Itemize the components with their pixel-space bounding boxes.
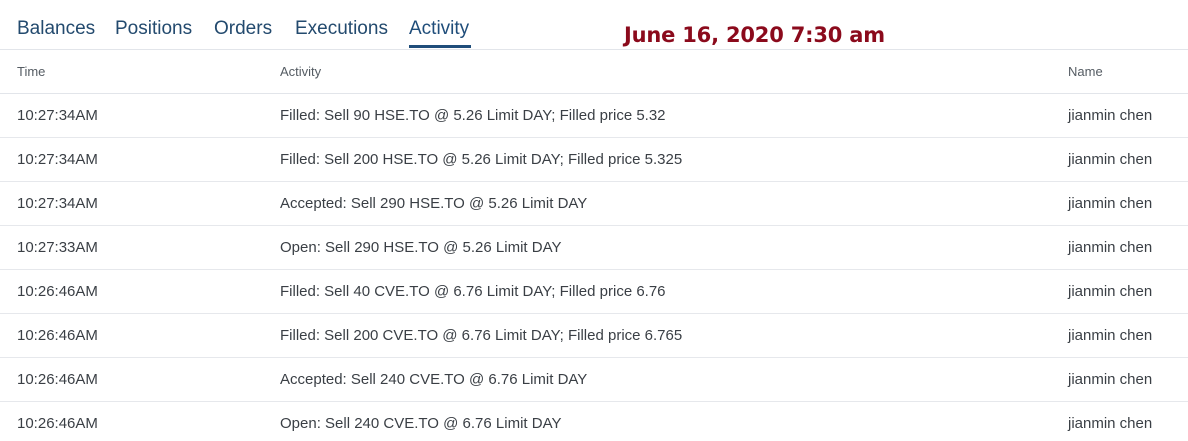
activity-user-cell: jianmin chen — [1068, 327, 1153, 344]
tab-executions[interactable]: Executions — [295, 17, 388, 41]
table-row[interactable]: 10:27:34AM Filled: Sell 90 HSE.TO @ 5.26 … — [0, 94, 1188, 138]
activity-description-cell: Filled: Sell 40 CVE.TO @ 6.76 Limit DAY;… — [280, 283, 666, 300]
tab-bar: Balances Positions Orders Executions Act… — [0, 0, 1188, 50]
activity-user-cell: jianmin chen — [1068, 195, 1153, 212]
active-tab-indicator — [409, 45, 471, 48]
activity-table: Time Activity Name 10:27:34AM Filled: Sel… — [0, 50, 1188, 441]
tab-balances[interactable]: Balances — [17, 17, 95, 41]
activity-description-cell: Filled: Sell 200 HSE.TO @ 5.26 Limit DAY… — [280, 151, 683, 168]
column-header-activity[interactable]: Activity — [280, 64, 321, 79]
activity-user-cell: jianmin chen — [1068, 151, 1153, 168]
table-body: 10:27:34AM Filled: Sell 90 HSE.TO @ 5.26 … — [0, 94, 1188, 441]
activity-description-cell: Filled: Sell 200 CVE.TO @ 6.76 Limit DAY… — [280, 327, 683, 344]
activity-user-cell: jianmin chen — [1068, 239, 1153, 256]
activity-user-cell: jianmin chen — [1068, 371, 1153, 388]
activity-description-cell: Filled: Sell 90 HSE.TO @ 5.26 Limit DAY;… — [280, 107, 666, 124]
table-row[interactable]: 10:26:46AM Accepted: Sell 240 CVE.TO @ 6.… — [0, 358, 1188, 402]
activity-time-cell: 10:27:34AM — [17, 107, 98, 124]
activity-user-cell: jianmin chen — [1068, 107, 1153, 124]
activity-time-cell: 10:26:46AM — [17, 371, 98, 388]
table-header: Time Activity Name — [0, 50, 1188, 94]
table-row[interactable]: 10:26:46AM Filled: Sell 40 CVE.TO @ 6.76 … — [0, 270, 1188, 314]
date-stamp: June 16, 2020 7:30 am — [624, 23, 885, 47]
table-row[interactable]: 10:26:46AM Filled: Sell 200 CVE.TO @ 6.76… — [0, 314, 1188, 358]
activity-description-cell: Accepted: Sell 240 CVE.TO @ 6.76 Limit D… — [280, 371, 588, 388]
tab-orders[interactable]: Orders — [214, 17, 272, 41]
activity-description-cell: Open: Sell 290 HSE.TO @ 5.26 Limit DAY — [280, 239, 562, 256]
activity-user-cell: jianmin chen — [1068, 283, 1153, 300]
activity-time-cell: 10:27:34AM — [17, 151, 98, 168]
activity-time-cell: 10:26:46AM — [17, 415, 98, 432]
activity-description-cell: Open: Sell 240 CVE.TO @ 6.76 Limit DAY — [280, 415, 562, 432]
table-row[interactable]: 10:27:34AM Filled: Sell 200 HSE.TO @ 5.26… — [0, 138, 1188, 182]
table-row[interactable]: 10:27:33AM Open: Sell 290 HSE.TO @ 5.26 L… — [0, 226, 1188, 270]
table-row[interactable]: 10:27:34AM Accepted: Sell 290 HSE.TO @ 5.… — [0, 182, 1188, 226]
column-header-name[interactable]: Name — [1068, 64, 1103, 79]
activity-page: Balances Positions Orders Executions Act… — [0, 0, 1188, 441]
activity-user-cell: jianmin chen — [1068, 415, 1153, 432]
tab-positions[interactable]: Positions — [115, 17, 192, 41]
activity-time-cell: 10:27:33AM — [17, 239, 98, 256]
activity-time-cell: 10:26:46AM — [17, 283, 98, 300]
tab-activity[interactable]: Activity — [409, 17, 469, 41]
activity-time-cell: 10:27:34AM — [17, 195, 98, 212]
column-header-time[interactable]: Time — [17, 64, 45, 79]
activity-description-cell: Accepted: Sell 290 HSE.TO @ 5.26 Limit D… — [280, 195, 588, 212]
table-row[interactable]: 10:26:46AM Open: Sell 240 CVE.TO @ 6.76 L… — [0, 402, 1188, 441]
activity-time-cell: 10:26:46AM — [17, 327, 98, 344]
